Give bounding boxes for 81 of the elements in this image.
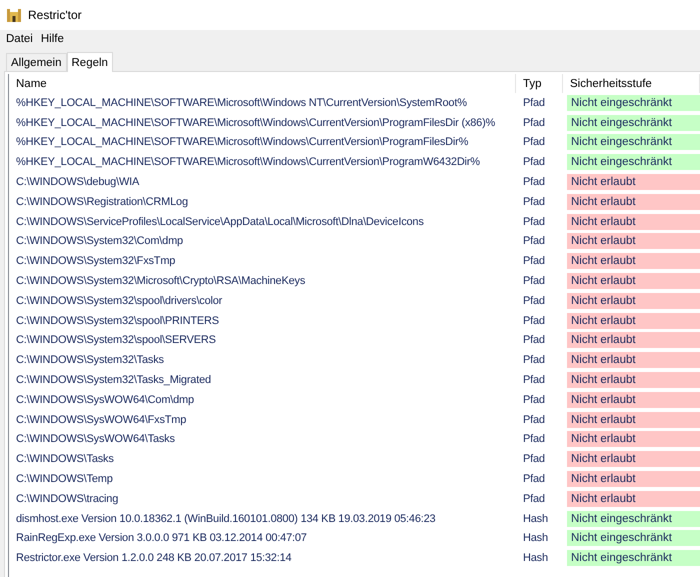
table-cell-text: dismhost.exe Version 10.0.18362.1 (WinBuild.160101.0800) 134 KB 19.03.2019 05:46:23	[15, 512, 436, 525]
table-cell-text: Pfad	[522, 453, 546, 466]
security-level-label: Nicht erlaubt	[567, 233, 700, 250]
security-level-label: Nicht eingeschränkt	[567, 530, 700, 546]
column-header[interactable]: Name	[9, 74, 516, 93]
security-level-label: Nicht erlaubt	[567, 431, 700, 448]
table-cell-text: C:\WINDOWS\System32\FxsTmp	[15, 255, 176, 268]
table-cell-text: C:\WINDOWS\System32\spool\PRINTERS	[15, 314, 220, 327]
security-level-label: Nicht erlaubt	[567, 451, 700, 468]
security-level-label: Nicht eingeschränkt	[567, 550, 700, 566]
menu-item[interactable]: Datei	[2, 32, 37, 44]
table-cell-text: Pfad	[522, 196, 546, 208]
table-cell-text: Pfad	[522, 414, 546, 426]
security-level-label: Nicht erlaubt	[567, 312, 700, 329]
security-level-label: Nicht eingeschränkt	[567, 510, 700, 527]
table-cell-text: Pfad	[522, 235, 546, 248]
table-cell-text: C:\WINDOWS\SysWOW64\Tasks	[15, 433, 176, 446]
table-cell-text: %HKEY_LOCAL_MACHINE\SOFTWARE\Microsoft\Windows\CurrentVersion\ProgramFilesDir (x86)%	[15, 116, 496, 129]
table-cell-text: C:\WINDOWS\System32\Tasks_Migrated	[15, 374, 212, 386]
table-cell-text: Pfad	[522, 255, 546, 268]
table-cell-text: Pfad	[522, 116, 546, 129]
table-cell-text: C:\WINDOWS\System32\spool\drivers\color	[15, 294, 224, 307]
table-cell-text: C:\WINDOWS\SysWOW64\FxsTmp	[15, 414, 188, 426]
security-level-label: Nicht erlaubt	[567, 194, 700, 210]
table-cell-text: Hash	[522, 552, 549, 564]
table-cell-text: Pfad	[522, 136, 546, 148]
table-cell-text: %HKEY_LOCAL_MACHINE\SOFTWARE\Microsoft\Windows NT\CurrentVersion\SystemRoot%	[15, 96, 468, 109]
menu-item[interactable]: Hilfe	[36, 32, 68, 44]
table-cell-text: C:\WINDOWS\tracing	[15, 492, 120, 505]
table-cell-text: Pfad	[522, 275, 546, 288]
table-cell-text: Pfad	[522, 433, 546, 446]
table-cell-text: %HKEY_LOCAL_MACHINE\SOFTWARE\Microsoft\Windows\CurrentVersion\ProgramFilesDir%	[15, 136, 470, 148]
security-level-label: Nicht erlaubt	[567, 214, 700, 230]
table-cell-text: Pfad	[522, 294, 546, 307]
table-cell-text: C:\WINDOWS\Tasks	[15, 453, 115, 466]
table-cell-text: Pfad	[522, 473, 546, 486]
security-level-label: Nicht erlaubt	[567, 332, 700, 348]
security-level-label: Nicht erlaubt	[567, 253, 700, 270]
table-cell-text: C:\WINDOWS\SysWOW64\Com\dmp	[15, 394, 195, 406]
security-level-label: Nicht eingeschränkt	[567, 154, 700, 170]
table-cell-text: Pfad	[522, 96, 546, 109]
security-level-label: Nicht erlaubt	[567, 174, 700, 190]
table-cell-text: Pfad	[522, 314, 546, 327]
table-cell-text: C:\WINDOWS\System32\spool\SERVERS	[15, 334, 217, 346]
table-cell-text: RainRegExp.exe Version 3.0.0.0 971 KB 03.12.2014 00:47:07	[15, 532, 308, 544]
table-cell-text: Pfad	[522, 156, 546, 168]
security-level-label: Nicht eingeschränkt	[567, 134, 700, 150]
tab[interactable]: Regeln	[66, 52, 113, 72]
table-cell-text: C:\WINDOWS\Registration\CRMLog	[15, 196, 189, 208]
security-level-label: Nicht erlaubt	[567, 490, 700, 507]
column-header[interactable]: Typ	[516, 74, 563, 93]
table-cell-text: C:\WINDOWS\ServiceProfiles\LocalService\AppData\Local\Microsoft\Dlna\DeviceIcons	[15, 216, 425, 228]
table-cell-text: Pfad	[522, 334, 546, 346]
security-level-label: Nicht eingeschränkt	[567, 94, 700, 111]
app-icon	[6, 7, 22, 23]
table-cell-text: Pfad	[522, 216, 546, 228]
security-level-label: Nicht erlaubt	[567, 273, 700, 290]
security-level-label: Nicht erlaubt	[567, 392, 700, 408]
security-level-label: Nicht erlaubt	[567, 372, 700, 388]
tab[interactable]: Allgemein	[6, 53, 66, 71]
table-cell-text: Pfad	[522, 394, 546, 406]
security-level-label: Nicht eingeschränkt	[567, 114, 700, 131]
window-title: Restric'tor	[28, 8, 82, 22]
table-cell-text: Hash	[522, 512, 549, 525]
table-cell-text: Pfad	[522, 374, 546, 386]
table-cell-text: Hash	[522, 532, 549, 544]
table-cell-text: C:\WINDOWS\System32\Com\dmp	[15, 235, 184, 248]
table-cell-text: C:\WINDOWS\System32\Tasks	[15, 354, 165, 366]
table-cell-text: Pfad	[522, 354, 546, 366]
table-cell-text: C:\WINDOWS\debug\WIA	[15, 176, 140, 188]
table-cell-text: Pfad	[522, 176, 546, 188]
table-cell-text: Pfad	[522, 492, 546, 505]
security-level-label: Nicht erlaubt	[567, 292, 700, 309]
security-level-label: Nicht erlaubt	[567, 412, 700, 428]
table-cell-text: Restrictor.exe Version 1.2.0.0 248 KB 20.07.2017 15:32:14	[15, 552, 292, 564]
table-cell-text: C:\WINDOWS\System32\Microsoft\Crypto\RSA\MachineKeys	[15, 275, 306, 288]
table-cell-text: %HKEY_LOCAL_MACHINE\SOFTWARE\Microsoft\Windows\CurrentVersion\ProgramW6432Dir%	[15, 156, 481, 168]
table-cell-text: C:\WINDOWS\Temp	[15, 473, 114, 486]
column-header[interactable]: Sicherheitsstufe	[563, 74, 700, 93]
security-level-label: Nicht erlaubt	[567, 352, 700, 368]
security-level-label: Nicht erlaubt	[567, 471, 700, 488]
